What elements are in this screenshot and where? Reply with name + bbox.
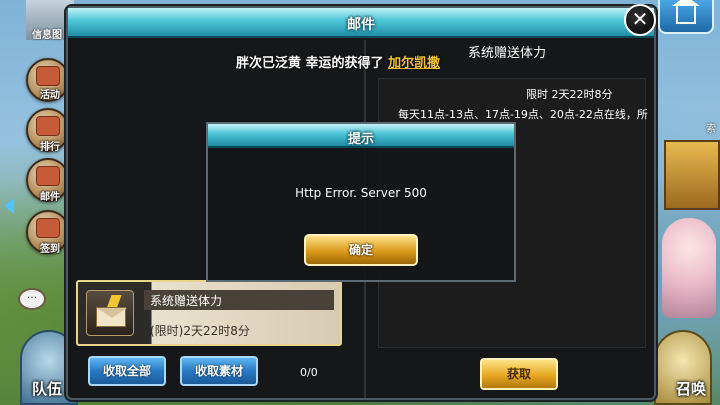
left-sidebar: 信息图 活动 排行 邮件 签到 ··· 队伍 <box>0 0 78 405</box>
envelope-icon <box>86 290 134 336</box>
dialog-title: 提示 <box>347 132 374 147</box>
info-label: 信息图 <box>32 30 62 41</box>
close-icon[interactable]: ✕ <box>624 4 656 36</box>
marquee-hero-link[interactable]: 加尔凯撒 <box>388 56 440 71</box>
team-label: 队伍 <box>32 380 63 398</box>
right-banner[interactable] <box>664 140 720 210</box>
confirm-button[interactable]: 确定 <box>304 234 418 266</box>
mail-count: 0/0 <box>300 366 318 379</box>
collect-all-button[interactable]: 收取全部 <box>88 356 166 386</box>
ranking-label: 排行 <box>40 142 60 153</box>
envelope-shape <box>96 307 127 327</box>
detail-limit: 限时 2天22时8分 <box>526 88 613 101</box>
marquee-text: 胖次已泛黄 幸运的获得了 <box>236 56 389 71</box>
summon-label: 召唤 <box>675 380 706 398</box>
error-dialog: 提示 Http Error. Server 500 确定 <box>206 122 516 282</box>
obtain-button[interactable]: 获取 <box>480 358 558 390</box>
dialog-message: Http Error. Server 500 <box>295 186 427 200</box>
collect-material-button[interactable]: 收取素材 <box>180 356 258 386</box>
mail-item-subtitle: (限时)2天22时8分 <box>150 324 250 338</box>
dialog-header: 提示 <box>208 124 514 148</box>
checkin-icon <box>36 218 60 238</box>
detail-header: 系统赠送体力 <box>468 46 547 61</box>
chat-icon[interactable]: ··· <box>18 288 46 310</box>
ranking-icon <box>36 116 60 136</box>
mail-header: 邮件 <box>68 8 654 38</box>
home-button[interactable] <box>658 0 714 34</box>
activity-icon <box>36 66 60 86</box>
mail-label: 邮件 <box>40 192 60 203</box>
home-icon <box>672 0 700 24</box>
mail-icon <box>36 166 60 186</box>
checkin-label: 签到 <box>40 244 60 255</box>
expand-left-arrow-icon[interactable] <box>4 198 14 214</box>
mail-item-title: 系统赠送体力 <box>150 294 223 308</box>
mail-list-item[interactable]: 系统赠送体力 (限时)2天22时8分 <box>76 280 342 346</box>
activity-label: 活动 <box>40 90 60 101</box>
right-partial-label: 索 <box>706 124 716 135</box>
announcement-marquee: 胖次已泛黄 幸运的获得了 加尔凯撒 <box>236 52 440 71</box>
character-portrait <box>662 218 716 318</box>
mail-title: 邮件 <box>347 17 375 33</box>
